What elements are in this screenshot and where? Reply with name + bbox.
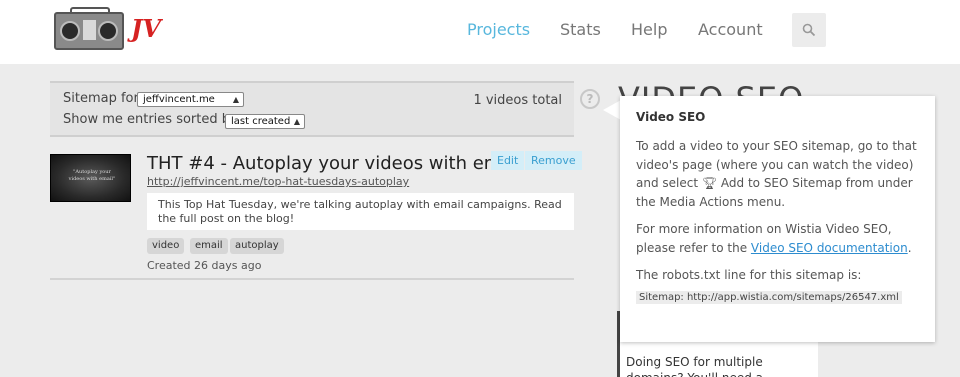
video-title[interactable]: THT #4 - Autoplay your videos with email [147,153,522,174]
sitemap-for-label: Sitemap for [63,91,139,106]
tooltip-paragraph-2: For more information on Wistia Video SEO… [636,220,919,257]
video-url-link[interactable]: http://jeffvincent.me/top-hat-tuesdays-a… [147,175,409,188]
edit-button[interactable]: Edit [491,151,525,170]
tooltip-p2-end: . [907,240,912,255]
tag-video[interactable]: video [147,238,185,254]
tag-email[interactable]: email [190,238,228,254]
select-arrow-icon: ▲︎ [232,95,239,104]
search-button[interactable] [792,13,826,47]
video-description: This Top Hat Tuesday, we're talking auto… [147,193,574,230]
search-icon [802,23,816,37]
sitemap-domain-select[interactable]: jeffvincent.me ▲︎ [137,92,244,107]
nav-projects[interactable]: Projects [467,20,530,39]
tooltip-arrow [603,100,621,120]
tag-autoplay[interactable]: autoplay [230,238,284,254]
logo-speaker-left [60,21,80,41]
remove-button[interactable]: Remove [525,151,582,170]
row-divider [50,278,574,280]
filter-bar: Sitemap for jeffvincent.me ▲︎ Show me en… [50,81,574,137]
sort-label: Show me entries sorted by [63,112,238,127]
nav-account[interactable]: Account [698,20,763,39]
select-arrow-icon: ▲︎ [293,117,300,126]
logo-panel [83,20,96,40]
logo-text[interactable]: JV [131,14,161,43]
videos-total: 1 videos total [473,93,562,108]
video-seo-tooltip: Video SEO To add a video to your SEO sit… [620,96,935,342]
boombox-logo[interactable] [54,7,124,50]
sitemap-robots-line: Sitemap: http://app.wistia.com/sitemaps/… [636,290,902,304]
trophy-icon: 🏆︎ [701,176,718,190]
sort-select[interactable]: last created ▲︎ [225,114,305,129]
created-date: Created 26 days ago [147,259,262,272]
video-thumbnail[interactable]: "Autoplay your videos with email" [50,154,131,202]
sitemap-domain-value: jeffvincent.me [143,94,215,105]
tooltip-paragraph-3: The robots.txt line for this sitemap is: [636,268,862,282]
logo-handle [70,7,110,14]
sort-value: last created [231,116,291,127]
logo-speaker-right [98,21,118,41]
multi-domain-text: Doing SEO for multiple domains? You'll n… [626,355,763,377]
thumbnail-caption: "Autoplay your videos with email" [68,169,116,182]
tooltip-title: Video SEO [636,110,706,124]
top-header: JV Projects Stats Help Account [0,0,960,64]
nav-stats[interactable]: Stats [560,20,601,39]
nav-help[interactable]: Help [631,20,667,39]
help-question-icon[interactable]: ? [580,89,600,109]
tooltip-paragraph-1: To add a video to your SEO sitemap, go t… [636,137,919,211]
video-seo-docs-link[interactable]: Video SEO documentation [751,241,908,255]
